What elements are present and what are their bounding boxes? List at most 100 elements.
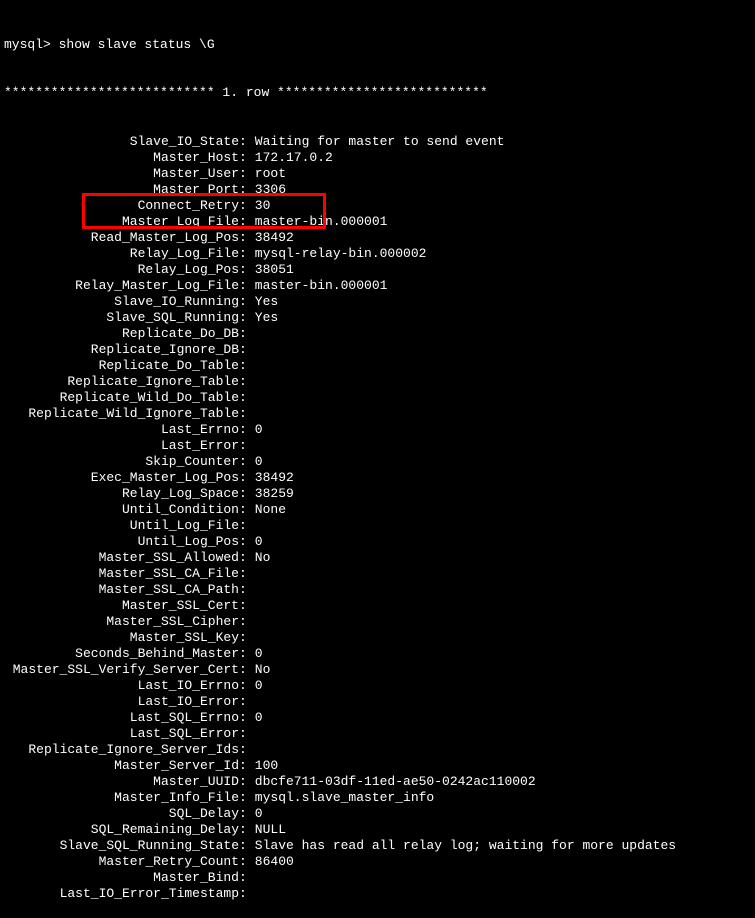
row-separator: : [239, 726, 247, 742]
status-row: Last_Error: [4, 438, 751, 454]
row-value: Yes [247, 294, 751, 310]
status-row: Replicate_Do_DB: [4, 326, 751, 342]
row-value: 38492 [247, 470, 751, 486]
status-row: Slave_IO_Running: Yes [4, 294, 751, 310]
status-row: Slave_IO_State: Waiting for master to se… [4, 134, 751, 150]
row-label: Relay_Log_File [4, 246, 239, 262]
row-separator: : [239, 838, 247, 854]
row-label: Master_UUID [4, 774, 239, 790]
status-row: Exec_Master_Log_Pos: 38492 [4, 470, 751, 486]
row-label: Last_SQL_Errno [4, 710, 239, 726]
row-value [247, 630, 751, 646]
row-value: 0 [247, 710, 751, 726]
row-label: Relay_Master_Log_File [4, 278, 239, 294]
row-value [247, 518, 751, 534]
row-separator: : [239, 214, 247, 230]
row-value: NULL [247, 822, 751, 838]
row-value [247, 870, 751, 886]
status-row: SQL_Delay: 0 [4, 806, 751, 822]
status-row: Master_SSL_Key: [4, 630, 751, 646]
row-separator: : [239, 678, 247, 694]
row-label: Slave_SQL_Running [4, 310, 239, 326]
status-row: Last_SQL_Error: [4, 726, 751, 742]
row-separator: : [239, 470, 247, 486]
row-label: SQL_Remaining_Delay [4, 822, 239, 838]
row-separator: : [239, 294, 247, 310]
status-row: Master_SSL_CA_File: [4, 566, 751, 582]
row-value: 172.17.0.2 [247, 150, 751, 166]
row-separator: : [239, 518, 247, 534]
row-value: 0 [247, 534, 751, 550]
row-label: Master_Server_Id [4, 758, 239, 774]
status-row: Master_SSL_CA_Path: [4, 582, 751, 598]
status-row: Master_Retry_Count: 86400 [4, 854, 751, 870]
status-row: Replicate_Wild_Do_Table: [4, 390, 751, 406]
row-separator: : [239, 774, 247, 790]
status-row: Master_SSL_Cert: [4, 598, 751, 614]
row-value [247, 438, 751, 454]
row-separator: : [239, 742, 247, 758]
row-separator: : [239, 486, 247, 502]
row-separator: : [239, 694, 247, 710]
row-separator: : [239, 438, 247, 454]
status-row: Master_Port: 3306 [4, 182, 751, 198]
row-label: Master_SSL_Allowed [4, 550, 239, 566]
row-label: Replicate_Ignore_Server_Ids [4, 742, 239, 758]
row-value [247, 566, 751, 582]
status-row: Replicate_Wild_Ignore_Table: [4, 406, 751, 422]
status-row: Read_Master_Log_Pos: 38492 [4, 230, 751, 246]
row-value: 38492 [247, 230, 751, 246]
row-value: 0 [247, 806, 751, 822]
row-value [247, 582, 751, 598]
status-row: Seconds_Behind_Master: 0 [4, 646, 751, 662]
status-row: Master_SSL_Allowed: No [4, 550, 751, 566]
status-row: Master_Server_Id: 100 [4, 758, 751, 774]
row-label: Master_Bind [4, 870, 239, 886]
row-separator: : [239, 374, 247, 390]
row-separator: : [239, 806, 247, 822]
row-label: Slave_IO_State [4, 134, 239, 150]
row-value: 3306 [247, 182, 751, 198]
status-row: Master_Host: 172.17.0.2 [4, 150, 751, 166]
row-separator: : [239, 326, 247, 342]
row-separator: : [239, 230, 247, 246]
row-separator: : [239, 182, 247, 198]
row-label: Until_Log_File [4, 518, 239, 534]
row-value: master-bin.000001 [247, 214, 751, 230]
status-row: Last_IO_Errno: 0 [4, 678, 751, 694]
status-row: Until_Log_File: [4, 518, 751, 534]
row-separator: : [239, 662, 247, 678]
status-row: Replicate_Ignore_Table: [4, 374, 751, 390]
status-row: Master_User: root [4, 166, 751, 182]
status-row: Relay_Master_Log_File: master-bin.000001 [4, 278, 751, 294]
status-row: Replicate_Ignore_DB: [4, 342, 751, 358]
status-row: Until_Condition: None [4, 502, 751, 518]
status-row: Last_IO_Error_Timestamp: [4, 886, 751, 902]
row-label: Master_SSL_Cert [4, 598, 239, 614]
row-separator: : [239, 854, 247, 870]
row-label: Replicate_Ignore_DB [4, 342, 239, 358]
row-separator: : [239, 150, 247, 166]
row-separator: : [239, 598, 247, 614]
row-value: 86400 [247, 854, 751, 870]
status-row: Until_Log_Pos: 0 [4, 534, 751, 550]
row-label: Seconds_Behind_Master [4, 646, 239, 662]
status-row: Skip_Counter: 0 [4, 454, 751, 470]
row-separator: : [239, 454, 247, 470]
row-separator: : [239, 758, 247, 774]
row-label: Replicate_Wild_Ignore_Table [4, 406, 239, 422]
status-row: Master_Info_File: mysql.slave_master_inf… [4, 790, 751, 806]
row-label: Last_IO_Errno [4, 678, 239, 694]
row-separator: : [239, 582, 247, 598]
row-separator: : [239, 822, 247, 838]
row-label: Master_Info_File [4, 790, 239, 806]
row-value: root [247, 166, 751, 182]
row-label: Master_Port [4, 182, 239, 198]
row-separator: : [239, 358, 247, 374]
row-separator: : [239, 262, 247, 278]
row-value: 38259 [247, 486, 751, 502]
row-value [247, 726, 751, 742]
row-value [247, 390, 751, 406]
row-label: Master_SSL_CA_Path [4, 582, 239, 598]
row-label: Relay_Log_Space [4, 486, 239, 502]
